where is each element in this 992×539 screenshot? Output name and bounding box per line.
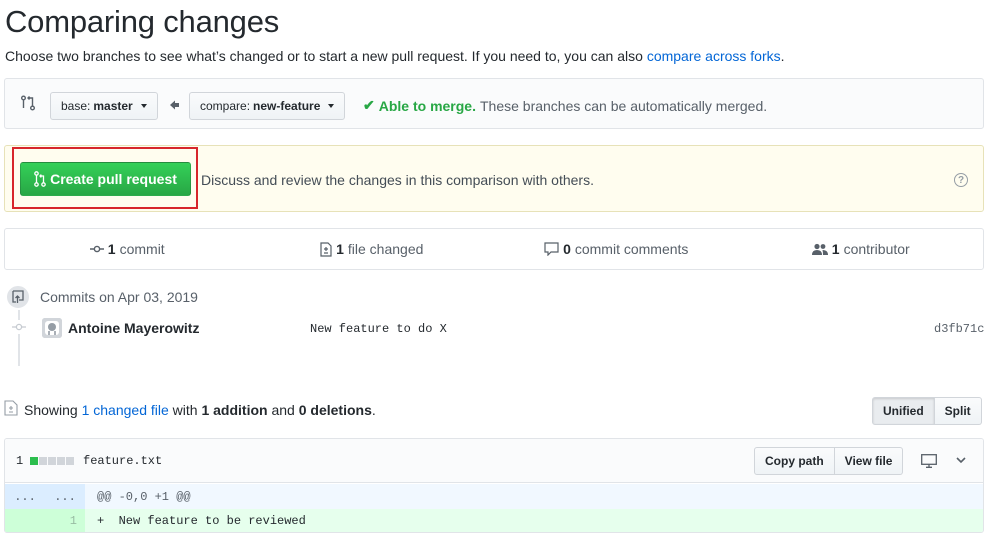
compare-branch-select[interactable]: compare: new-feature	[189, 92, 346, 120]
copy-path-button[interactable]: Copy path	[754, 447, 835, 475]
changed-files-link[interactable]: 1 changed file	[82, 402, 169, 418]
commits-date-header: Commits on Apr 03, 2019	[40, 289, 198, 305]
old-line-number	[5, 509, 45, 532]
comments-count: 0	[563, 241, 571, 257]
view-file-button[interactable]: View file	[834, 447, 904, 475]
chevron-down-icon	[140, 104, 147, 108]
commits-count: 1	[107, 241, 116, 257]
commit-sha[interactable]: d3fb71c	[934, 322, 984, 336]
file-name[interactable]: feature.txt	[83, 454, 162, 468]
diffstat-block-neutral	[48, 457, 56, 465]
comment-icon	[544, 242, 559, 256]
compare-across-forks-link[interactable]: compare across forks	[647, 48, 781, 64]
question-icon[interactable]: ?	[954, 173, 968, 187]
create-pull-request-button[interactable]: Create pull request	[20, 162, 191, 196]
chevron-down-icon	[328, 104, 335, 108]
comparison-summary: 1 commit 1 file changed 0 commit comment…	[4, 228, 984, 270]
added-line-content: + New feature to be reviewed	[97, 514, 306, 528]
hunk-header-row: ... ... @@ -0,0 +1 @@	[5, 484, 983, 509]
file-diff-icon	[4, 400, 18, 416]
file-diff: 1 feature.txt Copy path View file ... ..…	[4, 438, 984, 533]
git-pull-request-icon	[34, 171, 46, 187]
base-branch-select[interactable]: base: master	[50, 92, 158, 120]
avatar[interactable]	[42, 318, 62, 338]
file-diff-icon	[320, 241, 332, 257]
subtitle-text: Choose two branches to see what’s change…	[5, 48, 647, 64]
additions-count: 1 addition	[201, 402, 268, 418]
contributors-count: 1	[831, 241, 840, 257]
people-icon	[811, 243, 828, 255]
summary-commits[interactable]: 1 commit	[5, 229, 250, 269]
hunk-header: @@ -0,0 +1 @@	[97, 490, 191, 504]
new-line-number[interactable]: 1	[45, 509, 85, 532]
files-label: file changed	[347, 241, 424, 257]
commit-author[interactable]: Antoine Mayerowitz	[68, 320, 199, 336]
compare-range-bar: base: master compare: new-feature ✔ Able…	[4, 78, 984, 129]
compare-branch-name: new-feature	[253, 99, 321, 113]
diff-added-line: 1 + New feature to be reviewed	[5, 509, 983, 532]
deletions-count: 0 deletions	[298, 402, 372, 418]
commits-label: commit	[119, 241, 165, 257]
unified-view-button[interactable]: Unified	[872, 397, 935, 425]
avatar-placeholder-icon	[42, 318, 62, 338]
file-header: 1 feature.txt Copy path View file	[5, 439, 983, 483]
check-icon: ✔	[363, 97, 375, 113]
create-pull-request-label: Create pull request	[50, 171, 177, 187]
diff-view-toggle: Unified Split	[872, 397, 982, 425]
merge-status-label: Able to merge.	[378, 97, 476, 114]
compare-prefix: compare:	[200, 99, 251, 113]
file-actions: Copy path View file	[754, 447, 904, 475]
diffstat-block-added	[30, 457, 38, 465]
merge-status-detail: These branches can be automatically merg…	[479, 97, 768, 114]
git-commit-icon	[12, 320, 26, 334]
create-pr-description: Discuss and review the changes in this c…	[201, 172, 594, 188]
subtitle-end: .	[780, 48, 785, 64]
expand-down-button[interactable]: ...	[45, 484, 85, 509]
showing-with: with	[168, 402, 202, 418]
split-view-button[interactable]: Split	[934, 397, 982, 425]
summary-contributors[interactable]: 1 contributor	[739, 229, 984, 269]
merge-status: ✔ Able to merge. These branches can be a…	[363, 97, 767, 114]
summary-comments[interactable]: 0 commit comments	[494, 229, 739, 269]
files-count: 1	[336, 241, 344, 257]
files-changed-summary: Showing 1 changed file with 1 addition a…	[24, 402, 376, 418]
timeline-line	[18, 310, 20, 366]
diffstat-block-neutral	[66, 457, 74, 465]
base-branch-name: master	[93, 99, 133, 113]
base-prefix: base:	[61, 99, 91, 113]
display-rich-diff-icon[interactable]	[921, 454, 937, 468]
diffstat-block-neutral	[39, 457, 47, 465]
diffstat-bar	[30, 457, 74, 465]
diffstat-count: 1	[16, 454, 24, 468]
summary-files[interactable]: 1 file changed	[250, 229, 495, 269]
expand-up-button[interactable]: ...	[5, 484, 45, 509]
repo-push-icon	[5, 284, 31, 310]
chevron-down-icon[interactable]	[955, 455, 967, 465]
git-compare-icon	[21, 95, 35, 111]
comments-label: commit comments	[574, 241, 689, 257]
contributors-label: contributor	[843, 241, 910, 257]
diffstat-block-neutral	[57, 457, 65, 465]
arrow-left-icon	[170, 100, 179, 110]
showing-prefix: Showing	[24, 402, 82, 418]
page-subtitle: Choose two branches to see what’s change…	[5, 48, 785, 64]
showing-end: .	[371, 402, 376, 418]
page-title: Comparing changes	[5, 4, 280, 39]
showing-and: and	[267, 402, 299, 418]
commit-message[interactable]: New feature to do X	[310, 322, 447, 336]
git-commit-icon	[89, 245, 104, 253]
